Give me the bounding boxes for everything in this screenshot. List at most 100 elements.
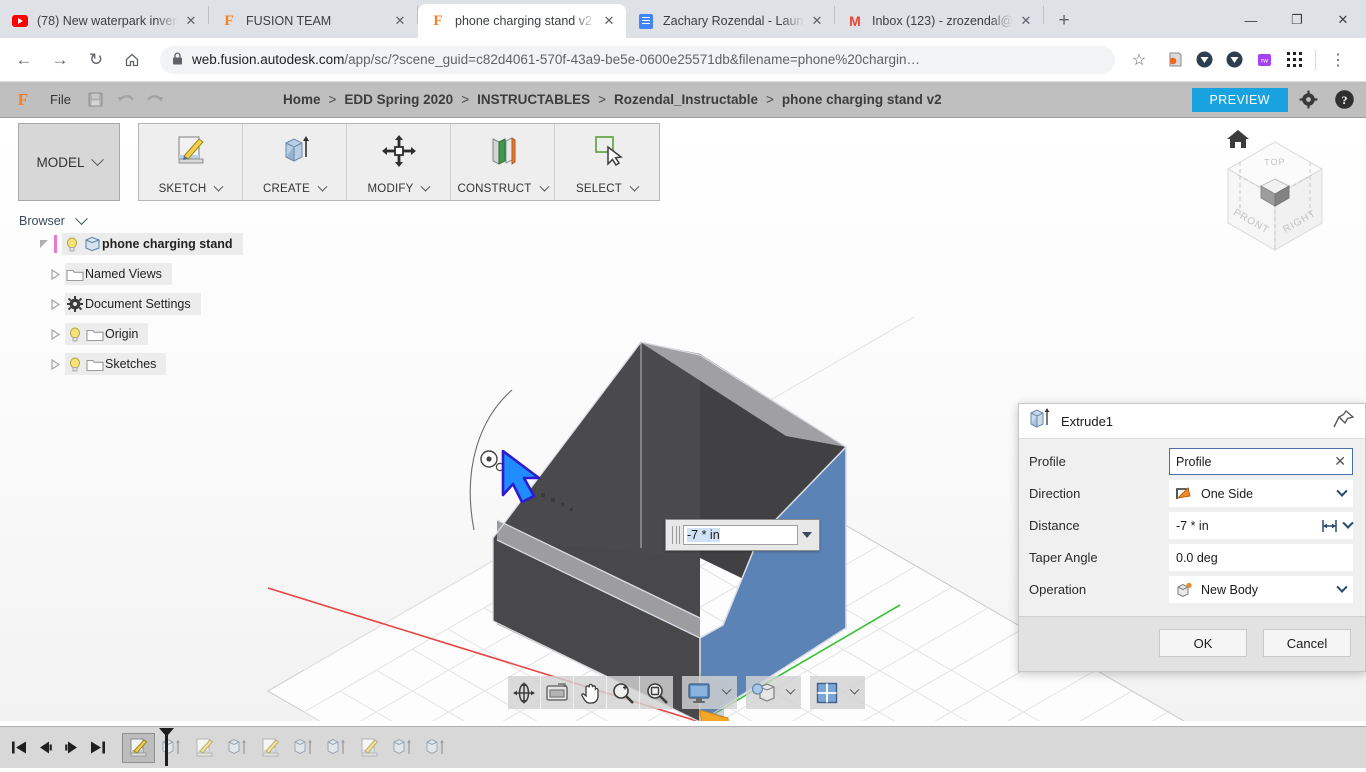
- chevron-down-icon[interactable]: [91, 153, 104, 166]
- grid-layout-group[interactable]: [810, 676, 865, 709]
- visual-style-group[interactable]: [746, 676, 801, 709]
- direction-dropdown[interactable]: One Side: [1169, 480, 1353, 507]
- chrome-menu-icon[interactable]: ⋮: [1322, 44, 1354, 76]
- close-icon[interactable]: ✕: [391, 12, 409, 30]
- chevron-down-icon[interactable]: [715, 676, 737, 709]
- chevron-down-icon[interactable]: [1338, 583, 1346, 597]
- timeline-item-sketch[interactable]: [122, 733, 155, 763]
- display-settings-group[interactable]: [682, 676, 737, 709]
- undo-icon[interactable]: [111, 87, 141, 113]
- toolbar-group-select[interactable]: SELECT: [555, 124, 659, 200]
- rw-puzzle-icon[interactable]: rw: [1252, 48, 1276, 72]
- visual-style-icon[interactable]: [746, 676, 779, 709]
- expand-triangle-icon[interactable]: [45, 329, 65, 340]
- chevron-down-icon[interactable]: [75, 212, 88, 225]
- minimize-button[interactable]: —: [1228, 5, 1274, 35]
- toolbar-group-create[interactable]: CREATE: [243, 124, 347, 200]
- timeline-item-extrude[interactable]: [221, 733, 254, 763]
- close-icon[interactable]: ✕: [808, 12, 826, 30]
- canvas-distance-input[interactable]: -7 * in: [665, 519, 820, 551]
- help-icon[interactable]: ?: [1328, 84, 1360, 116]
- operation-dropdown[interactable]: New Body: [1169, 576, 1353, 603]
- workspace-switcher[interactable]: MODEL: [18, 123, 120, 201]
- lightbulb-icon[interactable]: [62, 237, 82, 252]
- chevron-down-icon[interactable]: [843, 676, 865, 709]
- tree-row-root[interactable]: phone charging stand: [0, 233, 300, 255]
- chevron-down-icon[interactable]: [539, 181, 549, 191]
- browser-tab[interactable]: Zachary Rozendal - Laun ✕: [626, 4, 834, 38]
- pan-icon[interactable]: [574, 676, 607, 709]
- skip-end-icon[interactable]: [84, 733, 110, 763]
- ad-block-icon[interactable]: [1162, 48, 1186, 72]
- chevron-down-icon[interactable]: [1342, 517, 1353, 528]
- look-at-icon[interactable]: [541, 676, 574, 709]
- tree-row-document-settings[interactable]: Document Settings: [0, 293, 300, 315]
- close-icon[interactable]: ✕: [600, 12, 618, 30]
- expand-triangle-icon[interactable]: [45, 359, 65, 370]
- profile-selection-field[interactable]: Profile ✕: [1169, 448, 1353, 475]
- expand-triangle-icon[interactable]: [45, 299, 65, 310]
- distance-input[interactable]: -7 * in: [1169, 512, 1319, 539]
- back-icon[interactable]: ←: [8, 44, 40, 76]
- chevron-down-icon[interactable]: [214, 181, 224, 191]
- address-bar[interactable]: web.fusion.autodesk.com/app/sc/?scene_gu…: [160, 46, 1115, 74]
- orbit-icon[interactable]: [508, 676, 541, 709]
- breadcrumb-item[interactable]: INSTRUCTABLES: [476, 92, 591, 107]
- step-forward-icon[interactable]: [58, 733, 84, 763]
- save-icon[interactable]: [81, 87, 111, 113]
- home-icon[interactable]: [116, 44, 148, 76]
- skip-start-icon[interactable]: [6, 733, 32, 763]
- toolbar-group-construct[interactable]: CONSTRUCT: [451, 124, 555, 200]
- grid-apps-icon[interactable]: [1282, 48, 1306, 72]
- timeline-item-sketch[interactable]: [353, 733, 386, 763]
- browser-tab-active[interactable]: F phone charging stand v2 ✕: [418, 4, 626, 38]
- chevron-down-icon[interactable]: [1338, 487, 1346, 501]
- tree-row-content[interactable]: Document Settings: [65, 293, 201, 315]
- distance-text-field[interactable]: -7 * in: [683, 525, 798, 545]
- shield-icon[interactable]: [1192, 48, 1216, 72]
- tree-row-origin[interactable]: Origin: [0, 323, 300, 345]
- redo-icon[interactable]: [141, 87, 171, 113]
- tree-row-content[interactable]: Named Views: [65, 263, 172, 285]
- close-window-button[interactable]: ✕: [1320, 5, 1366, 35]
- zoom-in-icon[interactable]: [607, 676, 640, 709]
- extrude-dialog[interactable]: Extrude1 Profile Profile ✕ Direction: [1018, 403, 1366, 672]
- tree-row-content[interactable]: Sketches: [65, 353, 166, 375]
- chevron-down-icon[interactable]: [318, 181, 328, 191]
- tree-row-content[interactable]: phone charging stand: [62, 233, 243, 255]
- toolbar-group-sketch[interactable]: SKETCH: [139, 124, 243, 200]
- timeline-item-sketch[interactable]: [254, 733, 287, 763]
- toolbar-group-modify[interactable]: MODIFY: [347, 124, 451, 200]
- lightbulb-icon[interactable]: [65, 327, 85, 342]
- close-icon[interactable]: ✕: [182, 12, 200, 30]
- browser-tab[interactable]: F FUSION TEAM ✕: [209, 4, 417, 38]
- clear-selection-icon[interactable]: ✕: [1334, 453, 1346, 470]
- timeline-item-sketch[interactable]: [188, 733, 221, 763]
- browser-panel-header[interactable]: Browser: [0, 214, 300, 233]
- timeline-item-extrude[interactable]: [320, 733, 353, 763]
- fit-icon[interactable]: [640, 676, 673, 709]
- bookmark-star-icon[interactable]: ☆: [1123, 44, 1155, 76]
- grid-layout-icon[interactable]: [810, 676, 843, 709]
- cancel-button[interactable]: Cancel: [1263, 629, 1351, 657]
- chevron-down-icon[interactable]: [421, 181, 431, 191]
- expand-triangle-icon[interactable]: [34, 239, 54, 250]
- preview-button[interactable]: PREVIEW: [1192, 88, 1288, 112]
- step-back-icon[interactable]: [32, 733, 58, 763]
- reload-icon[interactable]: ↻: [80, 44, 112, 76]
- display-settings-icon[interactable]: [682, 676, 715, 709]
- pin-icon[interactable]: [1333, 409, 1355, 434]
- new-tab-button[interactable]: +: [1050, 7, 1078, 35]
- view-cube[interactable]: TOP FRONT RIGHT: [1200, 124, 1350, 264]
- expand-triangle-icon[interactable]: [45, 269, 65, 280]
- breadcrumb-item[interactable]: Rozendal_Instructable: [613, 92, 759, 107]
- tree-row-content[interactable]: Origin: [65, 323, 148, 345]
- tree-row-named-views[interactable]: Named Views: [0, 263, 300, 285]
- lightbulb-icon[interactable]: [65, 357, 85, 372]
- ok-button[interactable]: OK: [1159, 629, 1247, 657]
- playhead-marker[interactable]: [158, 727, 175, 772]
- drag-grip-icon[interactable]: [669, 526, 683, 544]
- chevron-down-icon[interactable]: [779, 676, 801, 709]
- breadcrumb-item[interactable]: Home: [282, 92, 322, 107]
- file-menu-button[interactable]: File: [40, 92, 81, 107]
